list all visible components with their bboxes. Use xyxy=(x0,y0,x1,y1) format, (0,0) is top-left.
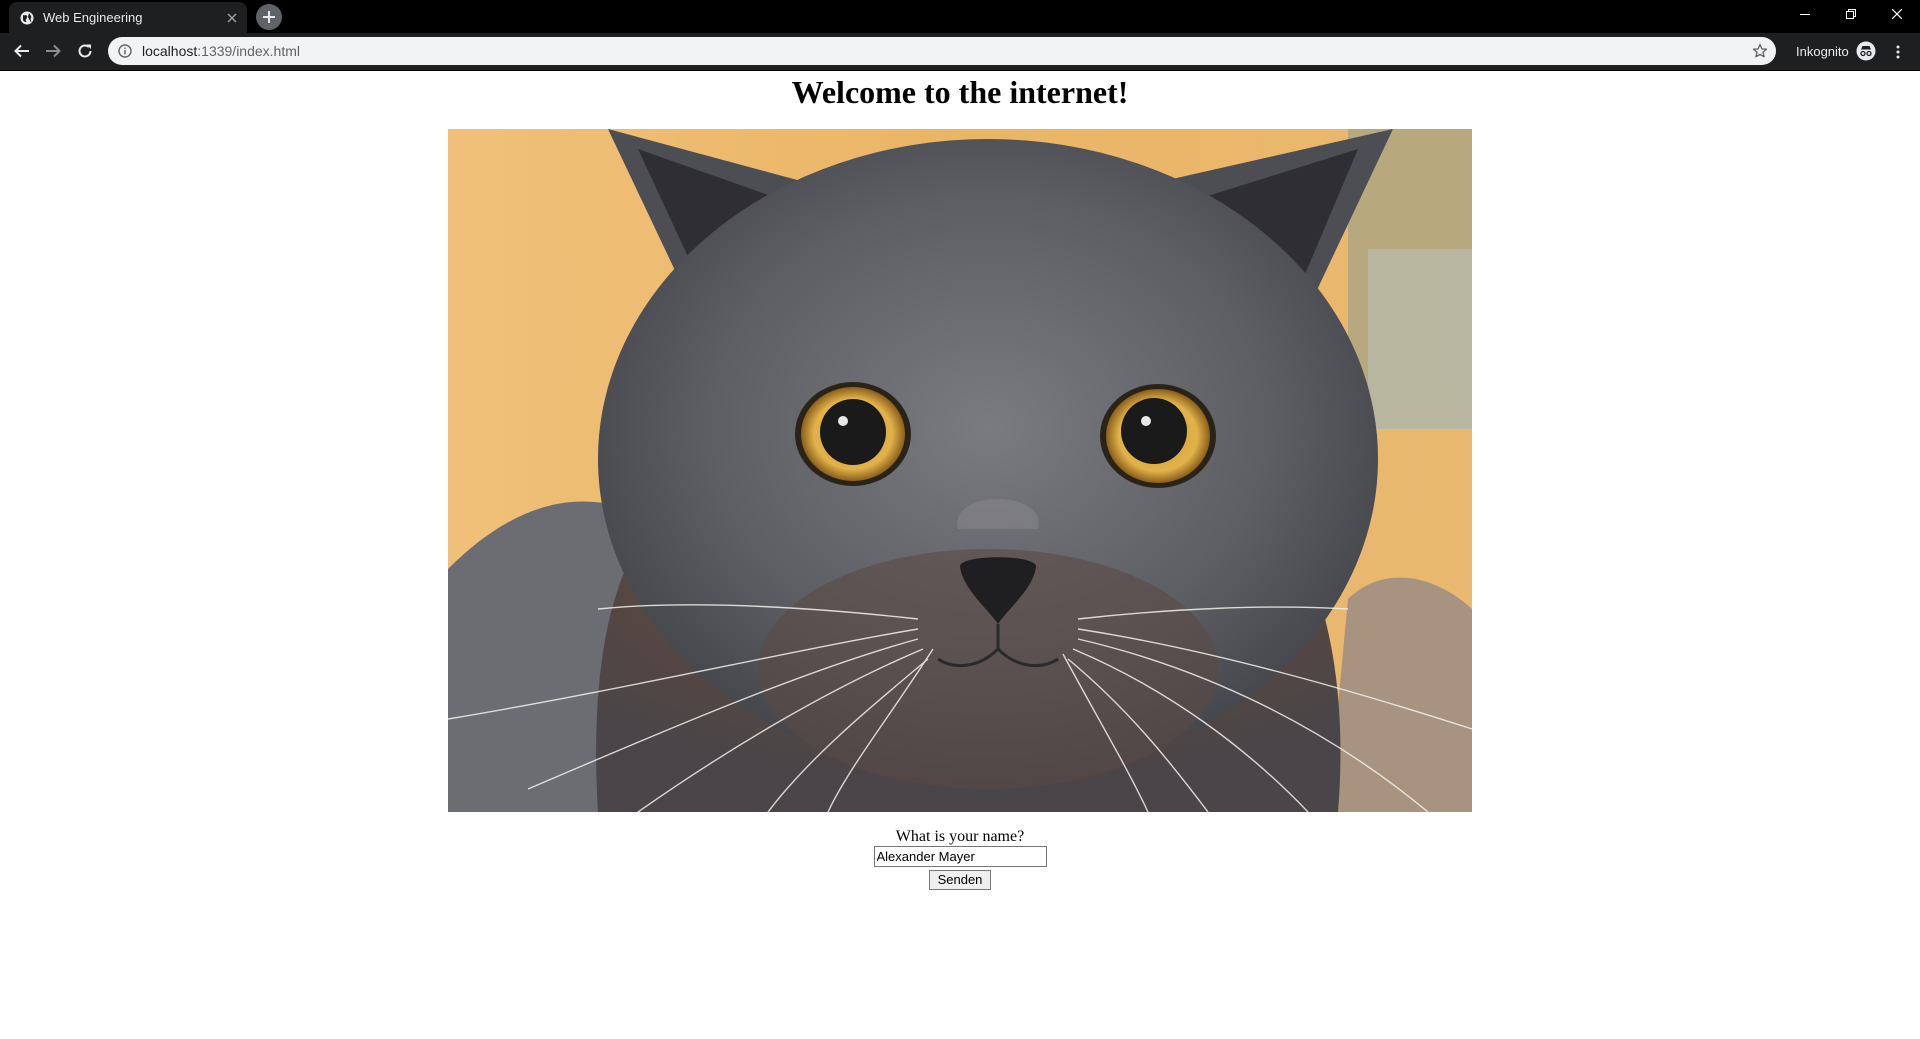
browser-toolbar: localhost:1339/index.html Inkognito xyxy=(0,33,1920,70)
cat-illustration xyxy=(448,129,1472,812)
close-window-button[interactable] xyxy=(1874,0,1920,29)
url-host: localhost xyxy=(142,43,198,59)
menu-icon[interactable] xyxy=(1890,44,1906,60)
address-bar[interactable]: localhost:1339/index.html xyxy=(108,37,1776,65)
maximize-button[interactable] xyxy=(1828,0,1874,29)
tab-title: Web Engineering xyxy=(43,10,143,25)
forward-icon xyxy=(46,44,61,58)
incognito-icon xyxy=(1856,41,1876,61)
name-input[interactable] xyxy=(873,846,1047,867)
name-form: What is your name? Senden xyxy=(0,828,1920,890)
cat-photo xyxy=(448,129,1472,812)
web-page: Welcome to the internet! What is your na… xyxy=(0,71,1920,1039)
url-path: :1339/index.html xyxy=(197,43,300,59)
close-window-icon xyxy=(1892,9,1902,19)
star-icon[interactable] xyxy=(1752,43,1768,59)
reload-icon xyxy=(78,44,92,58)
back-icon xyxy=(14,44,29,58)
name-question-label: What is your name? xyxy=(895,828,1025,845)
globe-icon xyxy=(20,11,34,25)
close-icon[interactable] xyxy=(225,11,239,25)
forward-button[interactable] xyxy=(41,39,65,63)
profile-label: Inkognito xyxy=(1796,44,1849,59)
plus-icon xyxy=(263,11,275,23)
back-button[interactable] xyxy=(10,39,34,63)
reload-button[interactable] xyxy=(73,39,97,63)
url-text[interactable]: localhost:1339/index.html xyxy=(142,37,300,65)
page-title: Welcome to the internet! xyxy=(791,74,1129,110)
tab-web-engineering[interactable]: Web Engineering xyxy=(9,2,247,33)
info-icon[interactable] xyxy=(118,44,132,58)
minimize-button[interactable] xyxy=(1782,0,1828,29)
title-bar: Web Engineering xyxy=(0,0,1920,33)
new-tab-button[interactable] xyxy=(256,4,282,30)
minimize-icon xyxy=(1800,14,1810,15)
submit-button[interactable]: Senden xyxy=(929,870,991,890)
maximize-icon xyxy=(1846,9,1856,19)
